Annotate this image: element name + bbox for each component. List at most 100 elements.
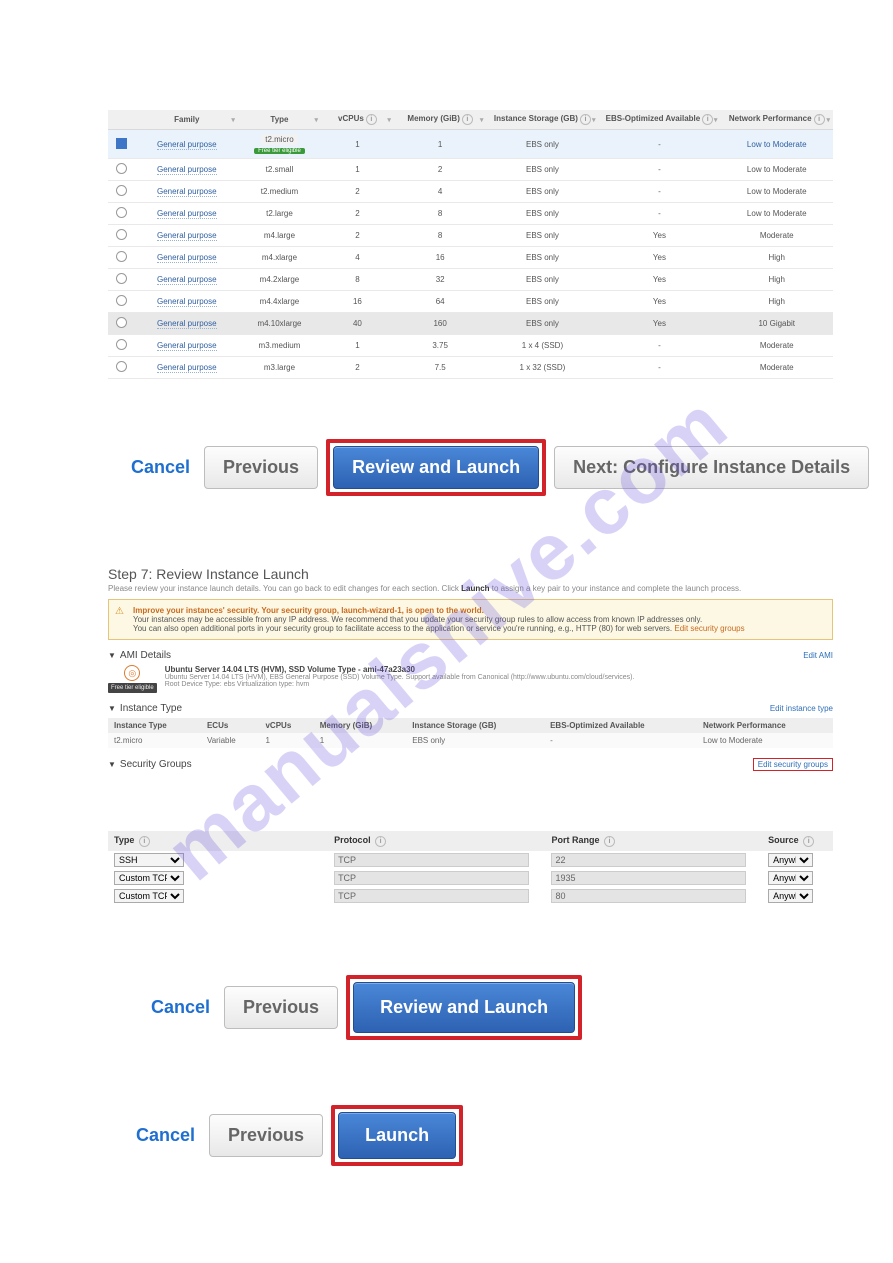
sort-icon[interactable]: ▾ [714, 116, 718, 124]
source-select[interactable]: Anywhere [768, 871, 813, 885]
sort-icon[interactable]: ▾ [387, 116, 391, 124]
table-row[interactable]: General purposem4.xlarge416EBS onlyYesHi… [108, 247, 833, 269]
highlight-box: Review and Launch [346, 975, 582, 1040]
review-and-launch-button[interactable]: Review and Launch [353, 982, 575, 1033]
info-icon[interactable]: i [366, 114, 377, 125]
next-configure-button[interactable]: Next: Configure Instance Details [554, 446, 869, 489]
sort-icon[interactable]: ▾ [826, 116, 830, 124]
column-header[interactable]: Family▾ [136, 110, 238, 130]
radio-icon[interactable] [116, 317, 127, 328]
family-link[interactable]: General purpose [157, 253, 217, 263]
cancel-button[interactable]: Cancel [125, 456, 196, 479]
family-link[interactable]: General purpose [157, 187, 217, 197]
family-link[interactable]: General purpose [157, 231, 217, 241]
radio-icon[interactable] [116, 185, 127, 196]
sort-icon[interactable]: ▾ [592, 116, 596, 124]
wizard-buttons-step7: Cancel Previous Launch [130, 1105, 893, 1166]
sort-icon[interactable]: ▾ [480, 116, 484, 124]
step-subtitle: Please review your instance launch detai… [108, 584, 833, 593]
protocol-field [334, 853, 529, 867]
sg-rule-row: Custom TCP Rule Anywhere [108, 887, 833, 905]
column-header[interactable]: Type▾ [238, 110, 321, 130]
info-icon[interactable]: i [803, 836, 814, 847]
radio-icon[interactable] [116, 163, 127, 174]
review-instance-launch: Step 7: Review Instance Launch Please re… [108, 566, 833, 771]
table-row[interactable]: General purposet2.microFree tier eligibl… [108, 130, 833, 159]
family-link[interactable]: General purpose [157, 209, 217, 219]
source-select[interactable]: Anywhere [768, 889, 813, 903]
source-select[interactable]: Anywhere [768, 853, 813, 867]
info-icon[interactable]: i [702, 114, 713, 125]
radio-icon[interactable] [116, 273, 127, 284]
info-icon[interactable]: i [814, 114, 825, 125]
table-row[interactable]: General purposet2.small12EBS only-Low to… [108, 159, 833, 181]
table-row[interactable]: General purposem4.4xlarge1664EBS onlyYes… [108, 291, 833, 313]
sort-icon[interactable]: ▾ [231, 116, 235, 124]
cancel-button[interactable]: Cancel [130, 1124, 201, 1147]
family-link[interactable]: General purpose [157, 275, 217, 285]
column-header: vCPUs [259, 718, 313, 733]
radio-icon[interactable] [116, 251, 127, 262]
protocol-field [334, 889, 529, 903]
edit-security-groups-link[interactable]: Edit security groups [753, 758, 833, 771]
info-icon[interactable]: i [462, 114, 473, 125]
previous-button[interactable]: Previous [224, 986, 338, 1029]
info-icon[interactable]: i [375, 836, 386, 847]
instance-type-section-title: Instance Type [120, 703, 182, 714]
column-header: Network Performance [697, 718, 833, 733]
table-row[interactable]: General purposet2.large28EBS only-Low to… [108, 203, 833, 225]
table-row[interactable]: General purposem4.large28EBS onlyYesMode… [108, 225, 833, 247]
review-and-launch-button[interactable]: Review and Launch [333, 446, 539, 489]
column-header[interactable]: Memory (GiB)i▾ [394, 110, 487, 130]
table-row[interactable]: General purposet2.medium24EBS only-Low t… [108, 181, 833, 203]
cancel-button[interactable]: Cancel [145, 996, 216, 1019]
radio-icon[interactable] [116, 339, 127, 350]
security-groups-section-title: Security Groups [120, 759, 192, 770]
rule-type-select[interactable]: SSH [114, 853, 184, 867]
family-link[interactable]: General purpose [157, 341, 217, 351]
radio-icon[interactable] [116, 361, 127, 372]
caret-icon: ▼ [108, 704, 116, 713]
info-icon[interactable]: i [604, 836, 615, 847]
family-link[interactable]: General purpose [157, 140, 217, 150]
edit-ami-link[interactable]: Edit AMI [803, 651, 833, 660]
step-sub-bold: Launch [461, 584, 489, 593]
cell: - [544, 733, 697, 748]
column-header: Protocol i [328, 831, 545, 851]
checkbox-icon[interactable] [116, 138, 127, 149]
table-row[interactable]: General purposem3.medium13.751 x 4 (SSD)… [108, 335, 833, 357]
radio-icon[interactable] [116, 229, 127, 240]
column-header[interactable]: vCPUsi▾ [321, 110, 394, 130]
column-header: Port Range i [545, 831, 762, 851]
edit-instance-type-link[interactable]: Edit instance type [770, 704, 833, 713]
rule-type-select[interactable]: Custom TCP Rule [114, 871, 184, 885]
table-row[interactable]: General purposem3.large27.51 x 32 (SSD)-… [108, 357, 833, 379]
netperf-link[interactable]: Low to Moderate [747, 140, 807, 149]
alert-heading: Improve your instances' security. Your s… [133, 606, 824, 615]
free-tier-badge: Free tier eligible [108, 683, 157, 693]
family-link[interactable]: General purpose [157, 165, 217, 175]
table-row[interactable]: General purposem4.2xlarge832EBS onlyYesH… [108, 269, 833, 291]
column-header[interactable]: Network Performancei▾ [720, 110, 833, 130]
family-link[interactable]: General purpose [157, 363, 217, 373]
launch-button[interactable]: Launch [338, 1112, 456, 1159]
previous-button[interactable]: Previous [209, 1114, 323, 1157]
column-header[interactable]: EBS-Optimized Availablei▾ [598, 110, 720, 130]
port-field [551, 853, 745, 867]
family-link[interactable]: General purpose [157, 297, 217, 307]
highlight-box: Launch [331, 1105, 463, 1166]
radio-icon[interactable] [116, 295, 127, 306]
rule-type-select[interactable]: Custom TCP Rule [114, 889, 184, 903]
column-header[interactable]: Instance Storage (GB)i▾ [486, 110, 598, 130]
info-icon[interactable]: i [580, 114, 591, 125]
sort-icon[interactable]: ▾ [314, 116, 318, 124]
column-header: ECUs [201, 718, 260, 733]
radio-icon[interactable] [116, 207, 127, 218]
ubuntu-icon: ◎ [124, 665, 140, 681]
previous-button[interactable]: Previous [204, 446, 318, 489]
alert-edit-sg-link[interactable]: Edit security groups [674, 624, 744, 633]
table-row[interactable]: General purposem4.10xlarge40160EBS onlyY… [108, 313, 833, 335]
column-header: Type i [108, 831, 328, 851]
family-link[interactable]: General purpose [157, 319, 217, 329]
info-icon[interactable]: i [139, 836, 150, 847]
